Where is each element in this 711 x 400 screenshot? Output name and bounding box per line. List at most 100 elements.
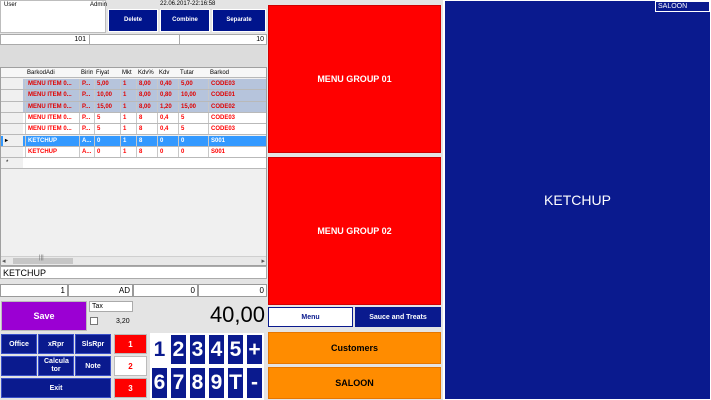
tab-menu[interactable]: Menu [268, 307, 353, 327]
grey-spacer [0, 45, 267, 67]
col-kdvp[interactable]: Kdv% [136, 68, 156, 78]
customers-button[interactable]: Customers [268, 332, 441, 364]
blank-action-button[interactable] [1, 356, 37, 376]
saloon-button-label: SALOON [335, 378, 374, 388]
scroll-right-icon[interactable]: ▸ [261, 257, 265, 265]
menu-group-02-label: MENU GROUP 02 [317, 226, 392, 236]
col-tutar[interactable]: Tutar [178, 68, 206, 78]
key-minus-label: - [251, 371, 258, 394]
key-9[interactable]: 9 [207, 366, 226, 400]
menu-group-02-button[interactable]: MENU GROUP 02 [268, 157, 441, 305]
table-row[interactable]: MENU ITEM 0... P... 5 1 8 0,4 5 CODE03 [1, 112, 266, 125]
col-barkod[interactable]: Barkod [208, 68, 248, 78]
key-5[interactable]: 5 [226, 333, 245, 366]
key-6[interactable]: 6 [150, 366, 169, 400]
table-cell-unit: P... [79, 112, 93, 123]
table-cell-kdvp: 8,00 [136, 79, 156, 89]
note-button[interactable]: Note [75, 356, 111, 376]
scroll-thumb[interactable]: ||| [13, 255, 73, 264]
scroll-left-icon[interactable]: ◂ [2, 257, 6, 265]
table-cell-unit: P... [79, 124, 93, 135]
table-row[interactable]: MENU ITEM 0... P... 5,00 1 8,00 0,40 5,00 CODE0… [1, 79, 266, 91]
info-qty-field[interactable]: 1 [0, 284, 68, 297]
new-row-marker-icon: * [1, 158, 23, 169]
table-cell-unit: A... [79, 146, 93, 157]
info-unit-field[interactable]: AD [68, 284, 133, 297]
key-2[interactable]: 2 [169, 333, 188, 366]
col-barkodadi[interactable]: BarkodAdi [25, 68, 77, 78]
tab-sauce-label: Sauce and Treats [369, 313, 427, 321]
table-row[interactable]: KETCHUP A... 0 1 8 0 0 S001 [1, 146, 266, 159]
table-cell-total: 0 [178, 135, 207, 146]
separate-button[interactable]: Separate [212, 9, 266, 32]
key-8[interactable]: 8 [188, 366, 207, 400]
table-cell-total: 5 [178, 124, 207, 135]
saloon-badge: SALOON [655, 1, 710, 12]
row-header-cell [1, 101, 23, 112]
table-cell-name: MENU ITEM 0... [25, 124, 78, 135]
order-table[interactable]: BarkodAdi Birim Fiyat Mkt Kdv% Kdv Tutar… [0, 67, 267, 266]
key-7-label: 7 [172, 371, 185, 394]
combine-label: Combine [172, 17, 198, 23]
separate-label: Separate [226, 17, 252, 23]
table-cell-total: 5 [178, 112, 207, 123]
table-cell-unit: P... [79, 101, 93, 112]
horizontal-scrollbar[interactable]: ◂ ||| ▸ [1, 255, 266, 265]
scroll-grip-icon: ||| [39, 255, 44, 261]
table-cell-qty: 1 [120, 124, 135, 135]
table-cell-name: MENU ITEM 0... [25, 101, 78, 112]
col-mkt[interactable]: Mkt [120, 68, 134, 78]
key-7[interactable]: 7 [169, 366, 188, 400]
delete-label: Delete [123, 17, 142, 23]
save-button[interactable]: Save [1, 301, 87, 331]
exit-button[interactable]: Exit [1, 378, 111, 398]
table-cell-kdv: 0,4 [157, 124, 177, 135]
table-cell-unit: P... [79, 79, 93, 89]
table-row[interactable]: MENU ITEM 0... P... 15,00 1 8,00 1,20 15,00 COD… [1, 101, 266, 113]
xrpr-label: xRpr [48, 340, 64, 348]
tax-checkbox[interactable] [90, 317, 98, 325]
key-1-label: 1 [153, 337, 166, 362]
tab-sauce-and-treats[interactable]: Sauce and Treats [355, 307, 441, 327]
table-cell-name: KETCHUP [25, 135, 78, 146]
calculator-button[interactable]: Calcula tor [38, 356, 74, 376]
key-minus[interactable]: - [245, 366, 264, 400]
slsrpr-button[interactable]: SlsRpr [75, 334, 111, 354]
table-row[interactable]: MENU ITEM 0... P... 10,00 1 8,00 0,80 10,00 COD… [1, 90, 266, 102]
info-a-field[interactable]: 0 [133, 284, 198, 297]
office-button[interactable]: Office [1, 334, 37, 354]
new-row[interactable]: * [1, 158, 266, 170]
key-3-label: 3 [191, 337, 204, 361]
row-header-cell [1, 146, 23, 158]
multiplier-2-button[interactable]: 2 [114, 356, 147, 376]
xrpr-button[interactable]: xRpr [38, 334, 74, 354]
key-t[interactable]: T [226, 366, 245, 400]
table-cell-price: 5 [94, 124, 119, 135]
multiplier-1-button[interactable]: 1 [114, 334, 147, 354]
key-plus[interactable]: + [245, 333, 264, 366]
table-row[interactable]: ▸ KETCHUP A... 0 1 8 0 0 S001 [1, 135, 266, 147]
saloon-button[interactable]: SALOON [268, 367, 441, 399]
delete-button[interactable]: Delete [108, 9, 158, 32]
col-kdv[interactable]: Kdv [157, 68, 175, 78]
table-cell-kdvp: 8,00 [136, 90, 156, 101]
info-b-field[interactable]: 0 [198, 284, 267, 297]
table-row[interactable]: MENU ITEM 0... P... 5 1 8 0,4 5 CODE03 [1, 124, 266, 136]
row-header-cell [1, 112, 23, 124]
key-1[interactable]: 1 [150, 333, 169, 366]
multiplier-3-button[interactable]: 3 [114, 378, 147, 398]
product-ketchup-button[interactable]: KETCHUP [444, 150, 711, 250]
keypad: 1 2 3 4 5 + 6 7 8 9 T - [150, 333, 264, 400]
col-fiyat[interactable]: Fiyat [94, 68, 118, 78]
key-5-label: 5 [229, 337, 242, 361]
table-cell-total: 5,00 [178, 79, 207, 89]
combine-button[interactable]: Combine [160, 9, 210, 32]
product-ketchup-label: KETCHUP [544, 192, 611, 208]
col-birim[interactable]: Birim [79, 68, 93, 78]
user-name: Admin [90, 2, 108, 8]
menu-group-01-button[interactable]: MENU GROUP 01 [268, 5, 441, 153]
table-cell-price: 5,00 [94, 79, 119, 89]
key-3[interactable]: 3 [188, 333, 207, 366]
table-header: BarkodAdi Birim Fiyat Mkt Kdv% Kdv Tutar… [1, 68, 266, 78]
key-4[interactable]: 4 [207, 333, 226, 366]
